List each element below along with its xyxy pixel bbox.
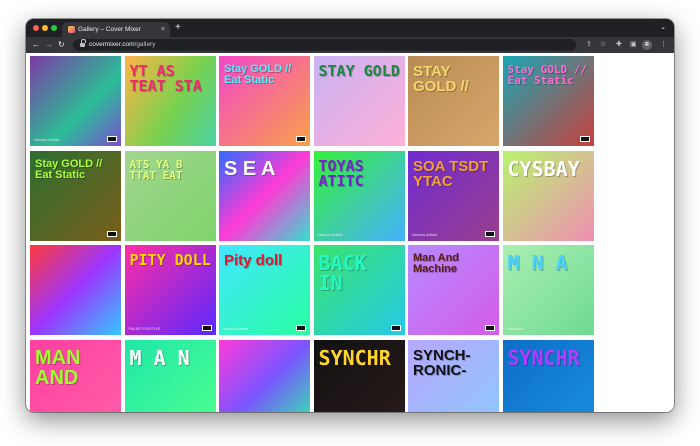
cover-title: M A N: [129, 345, 190, 370]
cover-title: SYNCHR: [318, 345, 391, 370]
cover-title: SYNCHR: [507, 345, 580, 370]
album-cover[interactable]: Stay GOLD // Eat Static: [502, 56, 594, 146]
back-button[interactable]: ←: [32, 37, 40, 53]
album-cover[interactable]: CYSBAY: [502, 150, 594, 241]
album-cover[interactable]: SYNCH- RONIC-: [408, 339, 499, 412]
cover-artist: FALSE POSITIVE: [128, 326, 161, 331]
album-cover[interactable]: MAN AND: [30, 339, 121, 412]
address-bar[interactable]: covermixer.com/gallery: [73, 39, 576, 51]
album-cover[interactable]: SYNCHR: [313, 339, 405, 412]
album-cover[interactable]: Stay GOLD // Eat Static: [30, 150, 121, 241]
album-cover[interactable]: PITY DOLL FALSE POSITIVE: [124, 245, 216, 335]
cover-title: M N A: [507, 251, 568, 275]
album-cover[interactable]: [30, 245, 121, 335]
profile-avatar[interactable]: R: [642, 40, 652, 50]
cover-title: Stay GOLD // Eat Static: [507, 63, 587, 87]
album-cover[interactable]: Man And Machine: [408, 245, 499, 335]
cover-title: Stay GOLD // Eat Static: [224, 63, 292, 86]
cover-artist: Various Artists: [223, 326, 249, 331]
album-cover[interactable]: SYNCHR: [502, 339, 594, 412]
favicon-icon: [68, 26, 75, 33]
album-cover[interactable]: YT AS TEAT STA: [124, 56, 216, 146]
cover-title: STAY GOLD //: [413, 63, 469, 95]
parental-advisory-icon: [485, 230, 495, 237]
cover-title: SYNCH- RONIC-: [413, 346, 471, 379]
cover-title: MAN AND: [35, 346, 81, 389]
cover-artist: Various Artists: [317, 231, 343, 237]
share-icon[interactable]: ⇪: [586, 37, 592, 53]
cover-artist: Various Artists: [34, 137, 60, 142]
album-cover[interactable]: BACK IN: [313, 245, 405, 335]
cover-title: STAY GOLD: [318, 62, 400, 80]
cover-title: CYSBAY: [507, 156, 580, 181]
album-cover[interactable]: Various Artists: [30, 56, 121, 146]
album-cover[interactable]: M A N: [124, 339, 216, 412]
lock-icon[interactable]: [80, 39, 86, 47]
parental-advisory-icon: [296, 136, 306, 142]
reload-button[interactable]: ↻: [58, 37, 65, 53]
album-cover[interactable]: M N A Kraftwerk: [502, 245, 594, 335]
url-text[interactable]: covermixer.com/gallery: [89, 39, 155, 51]
browser-toolbar: ← → ↻ covermixer.com/gallery ⇪ ☆ ✚ ▣ R ⋮: [26, 37, 674, 53]
close-window-button[interactable]: [33, 25, 39, 31]
parental-advisory-icon: [579, 136, 590, 142]
tab-close-icon[interactable]: ×: [161, 22, 165, 37]
album-cover[interactable]: [219, 339, 310, 412]
album-cover[interactable]: Pity doll Various Artists: [219, 245, 310, 335]
album-cover[interactable]: ATS YA B TTAT EAT: [124, 150, 216, 241]
cover-title: Man And Machine: [413, 252, 460, 275]
sidepanel-icon[interactable]: ▣: [630, 37, 637, 53]
tab-strip: Gallery – Cover Mixer × + ⌄: [26, 19, 674, 37]
tab-gallery[interactable]: Gallery – Cover Mixer ×: [62, 22, 170, 37]
browser-window: Gallery – Cover Mixer × + ⌄ ← → ↻ coverm…: [26, 19, 674, 412]
album-cover[interactable]: TOYAS ATITC Various Artists: [313, 150, 405, 241]
parental-advisory-icon: [390, 325, 401, 331]
tab-title: Gallery – Cover Mixer: [78, 26, 141, 33]
cover-title: TOYAS ATITC: [318, 156, 364, 190]
album-cover[interactable]: STAY GOLD: [313, 56, 405, 146]
cover-artist: Various Artists: [412, 231, 438, 237]
parental-advisory-icon: [107, 136, 117, 142]
page-margin: [666, 53, 674, 412]
parental-advisory-icon: [296, 325, 306, 331]
album-cover[interactable]: STAY GOLD //: [408, 56, 499, 146]
cover-title: Stay GOLD // Eat Static: [35, 157, 103, 181]
tab-search-button[interactable]: ⌄: [660, 21, 666, 35]
minimize-window-button[interactable]: [42, 25, 48, 31]
cover-title: SOA TSDT YTAC: [413, 157, 489, 190]
cover-artist: Kraftwerk: [506, 326, 524, 331]
album-cover[interactable]: S E A: [219, 150, 310, 241]
cover-title: S E A: [224, 157, 276, 180]
extensions-icon[interactable]: ✚: [616, 37, 622, 53]
parental-advisory-icon: [485, 325, 495, 331]
cover-title: BACK IN: [318, 251, 367, 295]
cover-title: YT AS TEAT STA: [129, 62, 202, 95]
parental-advisory-icon: [107, 230, 117, 237]
new-tab-button[interactable]: +: [175, 21, 181, 35]
url-domain: covermixer.com: [89, 41, 135, 48]
parental-advisory-icon: [201, 325, 212, 331]
forward-button[interactable]: →: [45, 37, 53, 53]
album-cover[interactable]: SOA TSDT YTAC Various Artists: [408, 150, 499, 241]
cover-title: ATS YA B TTAT EAT: [129, 157, 183, 182]
menu-icon[interactable]: ⋮: [660, 37, 667, 53]
maximize-window-button[interactable]: [51, 25, 57, 31]
cover-title: Pity doll: [224, 252, 283, 269]
page-viewport: Various Artists YT AS TEAT STA Stay GOLD /…: [26, 53, 674, 412]
cover-title: PITY DOLL: [129, 251, 211, 269]
star-icon[interactable]: ☆: [600, 37, 606, 53]
url-path: /gallery: [134, 41, 156, 48]
album-cover[interactable]: Stay GOLD // Eat Static: [219, 56, 310, 146]
